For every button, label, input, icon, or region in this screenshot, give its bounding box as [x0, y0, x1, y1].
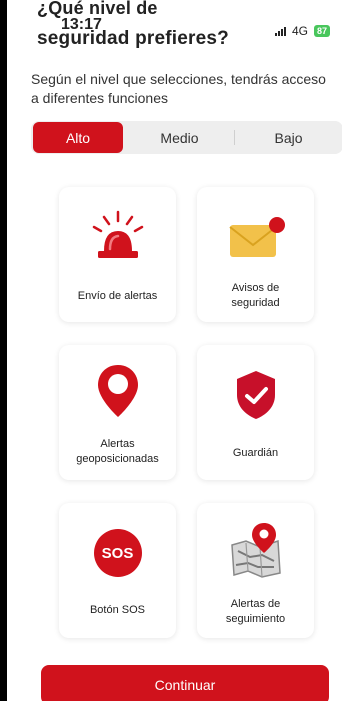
shield-check-icon — [197, 369, 314, 421]
feature-label: Alertas de seguimiento — [225, 598, 286, 625]
feature-card-envio-alertas[interactable]: Envío de alertas — [59, 187, 176, 322]
subtitle: Según el nivel que selecciones, tendrás … — [31, 71, 326, 106]
feature-label: Botón SOS — [89, 604, 146, 616]
feature-label: Avisos de seguridad — [231, 282, 280, 309]
continue-button[interactable]: Continuar — [41, 665, 329, 701]
map-pin-icon — [197, 521, 314, 581]
feature-label: Guardián — [232, 447, 279, 459]
battery-icon: 87 — [313, 25, 330, 37]
signal-icon — [274, 26, 286, 36]
notification-badge: 1 — [302, 219, 310, 231]
sos-icon-label: SOS — [93, 529, 142, 577]
feature-card-boton-sos[interactable]: SOS Botón SOS — [59, 503, 176, 638]
security-level-selector: Alto Medio Bajo — [31, 121, 342, 154]
mail-icon — [197, 217, 314, 261]
level-option-bajo[interactable]: Bajo — [234, 121, 342, 154]
feature-card-alertas-seguimiento[interactable]: Alertas de seguimiento — [197, 503, 314, 638]
location-pin-icon — [59, 363, 176, 419]
level-option-medio[interactable]: Medio — [125, 121, 234, 154]
network-label: 4G — [291, 24, 308, 38]
app-screen: ¿Qué nivel de 13:17 seguridad prefieres?… — [7, 0, 342, 701]
status-bar-right: 4G 87 — [274, 24, 330, 38]
level-option-alto[interactable]: Alto — [33, 122, 123, 153]
page-title: seguridad prefieres? — [37, 28, 229, 49]
sos-icon: SOS — [59, 529, 176, 577]
feature-card-guardian[interactable]: Guardián — [197, 345, 314, 480]
feature-label: Alertas geoposicionadas — [76, 438, 159, 465]
feature-label: Envío de alertas — [77, 290, 158, 302]
feature-card-avisos-seguridad[interactable]: 1 Avisos de seguridad — [197, 187, 314, 322]
feature-card-alertas-geoposicionadas[interactable]: Alertas geoposicionadas — [59, 345, 176, 480]
siren-icon — [59, 209, 176, 261]
